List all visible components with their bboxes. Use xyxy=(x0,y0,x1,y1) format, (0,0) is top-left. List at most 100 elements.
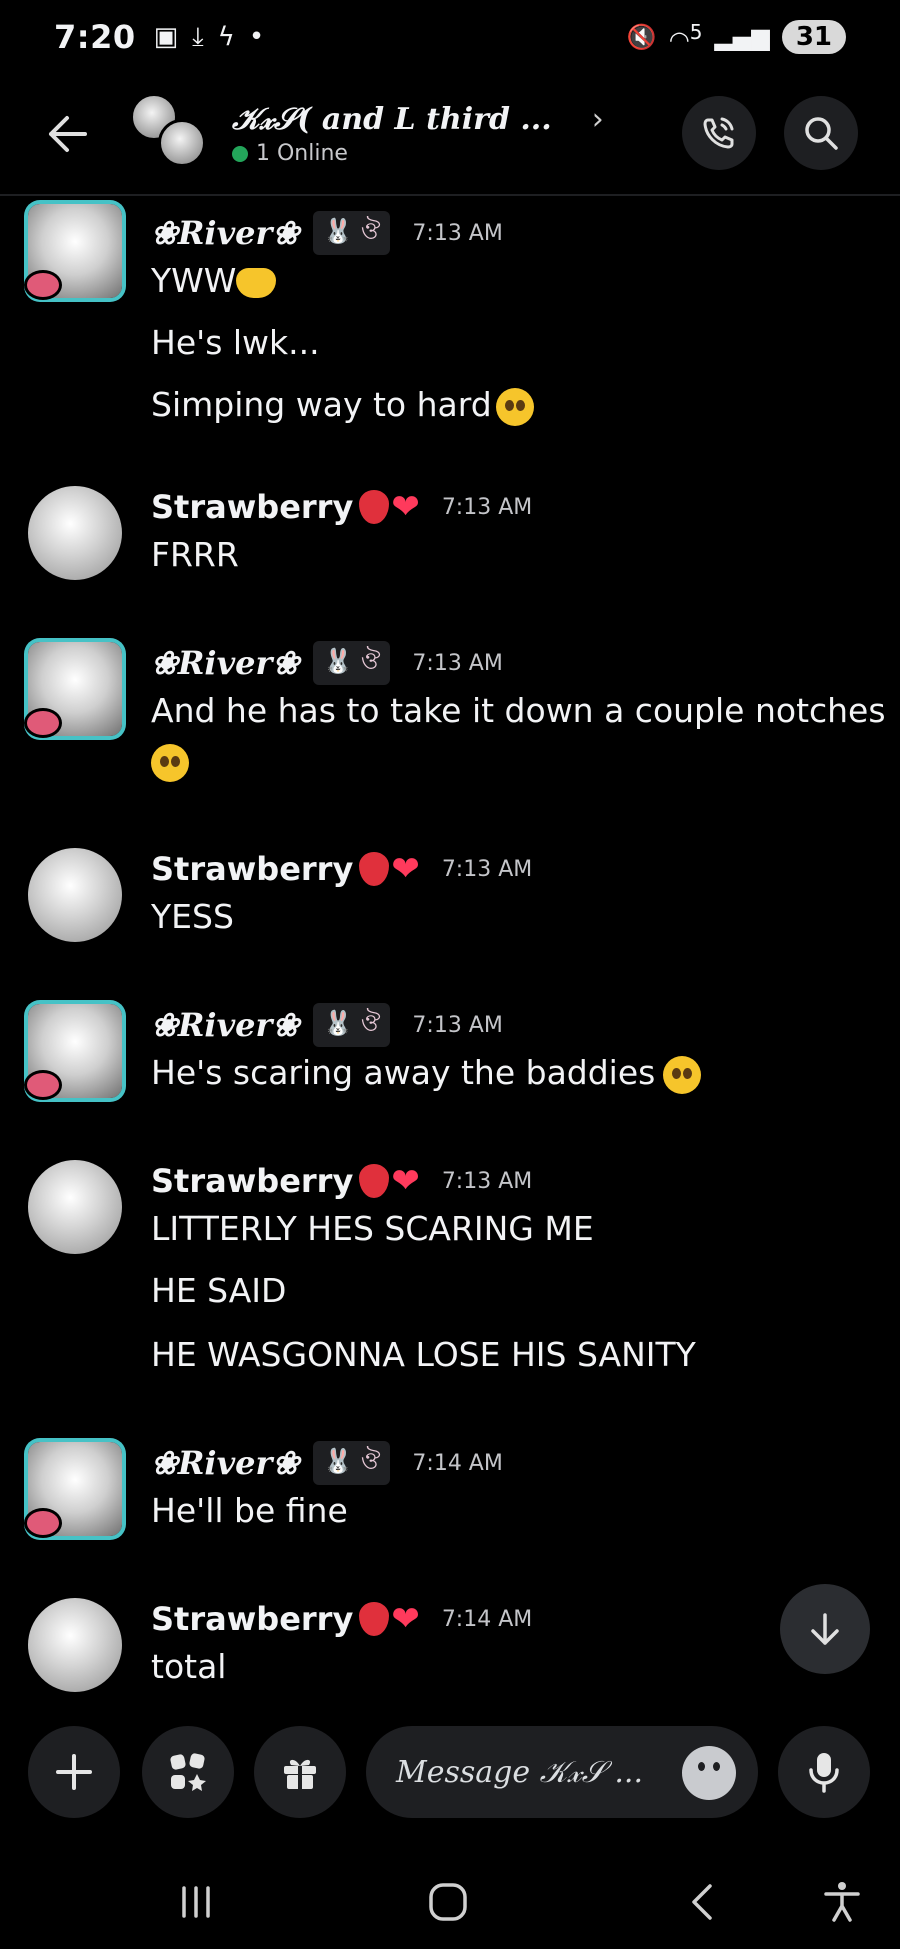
download-icon: ⤓ xyxy=(192,21,204,52)
group-avatar-2 xyxy=(158,119,206,167)
message-list[interactable]: ❀River❀ 🐰 ঔ 7:13 AM YWW He's lwk... Simp… xyxy=(0,198,900,1700)
message-input[interactable]: Message 𝒦𝓍𝒮 ... xyxy=(366,1726,758,1818)
avatar[interactable] xyxy=(28,1160,122,1254)
pleading-face-emoji-icon xyxy=(663,1055,702,1094)
timestamp: 7:13 AM xyxy=(412,220,503,246)
message-text: FRRR xyxy=(151,535,239,574)
chat-title: 𝒦𝓍𝒮( and L third ... xyxy=(232,102,552,137)
mute-icon: 🔇 xyxy=(626,23,657,51)
timestamp: 7:13 AM xyxy=(441,1168,533,1194)
message-text: LITTERLY HES SCARING ME xyxy=(151,1209,594,1248)
microphone-icon xyxy=(809,1753,839,1793)
voice-message-button[interactable] xyxy=(778,1726,870,1818)
username[interactable]: ❀River❀ xyxy=(151,214,299,252)
wifi-icon: ◠5 xyxy=(668,20,703,54)
message-text: He'll be fine xyxy=(151,1491,348,1530)
timestamp: 7:14 AM xyxy=(441,1606,533,1632)
group-avatar[interactable] xyxy=(130,93,212,175)
screenshot-icon: ▣ xyxy=(153,22,179,52)
chevron-right-icon: › xyxy=(591,102,604,137)
pleading-face-emoji-icon xyxy=(495,387,534,426)
timestamp: 7:14 AM xyxy=(412,1450,503,1476)
message-text: YWW xyxy=(151,260,277,302)
online-count: 1 Online xyxy=(256,141,348,166)
online-dot-icon xyxy=(232,145,248,162)
jump-to-bottom-button[interactable] xyxy=(780,1584,870,1674)
call-button[interactable] xyxy=(682,96,756,170)
accessibility-icon[interactable] xyxy=(812,1872,872,1932)
username[interactable]: ❀River❀ xyxy=(151,644,299,682)
user-tag: 🐰 ঔ xyxy=(313,641,391,685)
user-tag: 🐰 ঔ xyxy=(313,1441,391,1485)
message-text: Simping way to hard xyxy=(151,384,534,426)
search-icon xyxy=(805,117,838,150)
strawberry-icon xyxy=(359,1602,390,1636)
arrow-down-icon xyxy=(811,1613,839,1645)
username[interactable]: Strawberry xyxy=(151,1600,353,1638)
recents-icon[interactable] xyxy=(166,1872,226,1932)
heart-hands-emoji-icon xyxy=(236,267,277,298)
username[interactable]: ❀River❀ xyxy=(151,1444,299,1482)
online-status: 1 Online xyxy=(232,141,604,166)
message-header: ❀River❀ 🐰 ঔ 7:13 AM xyxy=(151,210,503,256)
username[interactable]: Strawberry xyxy=(151,488,353,526)
message-text: And he has to take it down a couple notc… xyxy=(151,691,886,730)
strawberry-icon xyxy=(359,852,390,886)
message-text: total xyxy=(151,1647,227,1686)
message-header: Strawberry ❤ 7:13 AM xyxy=(151,484,532,530)
message-header: Strawberry ❤ 7:13 AM xyxy=(151,1158,532,1204)
heart-icon: ❤ xyxy=(391,1161,420,1201)
message-text: HE SAID xyxy=(151,1271,287,1310)
heart-icon: ❤ xyxy=(391,849,420,889)
gift-button[interactable] xyxy=(254,1726,346,1818)
avatar-badge-icon xyxy=(24,1070,62,1100)
status-notification-icons: ▣ ⤓ ϟ • xyxy=(154,22,265,53)
username[interactable]: Strawberry xyxy=(151,1162,353,1200)
phone-icon xyxy=(703,117,734,149)
home-icon[interactable] xyxy=(418,1872,478,1932)
apps-icon xyxy=(170,1753,206,1791)
message-text: HE WASGONNA LOSE HIS SANITY xyxy=(151,1335,696,1374)
dot-icon: • xyxy=(248,22,265,52)
bolt-icon: ϟ xyxy=(217,22,235,52)
message-header: Strawberry ❤ 7:14 AM xyxy=(151,1596,532,1642)
nav-back-icon[interactable] xyxy=(672,1872,732,1932)
emoji-picker-icon[interactable] xyxy=(682,1746,736,1800)
search-button[interactable] xyxy=(784,96,858,170)
gift-icon xyxy=(284,1759,316,1789)
avatar[interactable] xyxy=(28,1598,122,1692)
timestamp: 7:13 AM xyxy=(441,494,533,520)
strawberry-icon xyxy=(359,490,390,524)
message-placeholder: Message 𝒦𝓍𝒮 ... xyxy=(396,1754,644,1790)
user-tag: 🐰 ঔ xyxy=(313,1003,391,1047)
user-tag: 🐰 ঔ xyxy=(313,211,391,255)
message-text: He's scaring away the baddies xyxy=(151,1052,702,1094)
avatar-badge-icon xyxy=(24,708,62,738)
heart-icon: ❤ xyxy=(391,487,420,527)
pleading-face-emoji-icon xyxy=(151,743,189,782)
attach-button[interactable] xyxy=(28,1726,120,1818)
signal-icon: ▂▄▆ xyxy=(714,23,770,51)
chat-title-block[interactable]: 𝒦𝓍𝒮( and L third ... › 1 Online xyxy=(232,102,604,166)
username[interactable]: ❀River❀ xyxy=(151,1006,299,1044)
username[interactable]: Strawberry xyxy=(151,850,353,888)
back-arrow-icon[interactable] xyxy=(32,99,102,169)
avatar[interactable] xyxy=(28,848,122,942)
chat-header: 𝒦𝓍𝒮( and L third ... › 1 Online xyxy=(0,74,900,196)
avatar[interactable] xyxy=(28,486,122,580)
composer-bar: Message 𝒦𝓍𝒮 ... xyxy=(0,1702,900,1842)
apps-button[interactable] xyxy=(142,1726,234,1818)
avatar-badge-icon xyxy=(24,1508,62,1538)
message-text xyxy=(151,740,189,782)
message-header: ❀River❀ 🐰 ঔ 7:13 AM xyxy=(151,1002,503,1048)
timestamp: 7:13 AM xyxy=(412,1012,503,1038)
timestamp: 7:13 AM xyxy=(412,650,503,676)
status-right-icons: 🔇 ◠5 ▂▄▆ 31 xyxy=(627,20,846,54)
message-header: ❀River❀ 🐰 ঔ 7:14 AM xyxy=(151,1440,503,1486)
avatar-badge-icon xyxy=(24,270,62,300)
message-header: ❀River❀ 🐰 ঔ 7:13 AM xyxy=(151,640,503,686)
battery-icon: 31 xyxy=(781,20,846,54)
message-header: Strawberry ❤ 7:13 AM xyxy=(151,846,532,892)
timestamp: 7:13 AM xyxy=(441,856,533,882)
system-nav-bar xyxy=(0,1850,900,1949)
